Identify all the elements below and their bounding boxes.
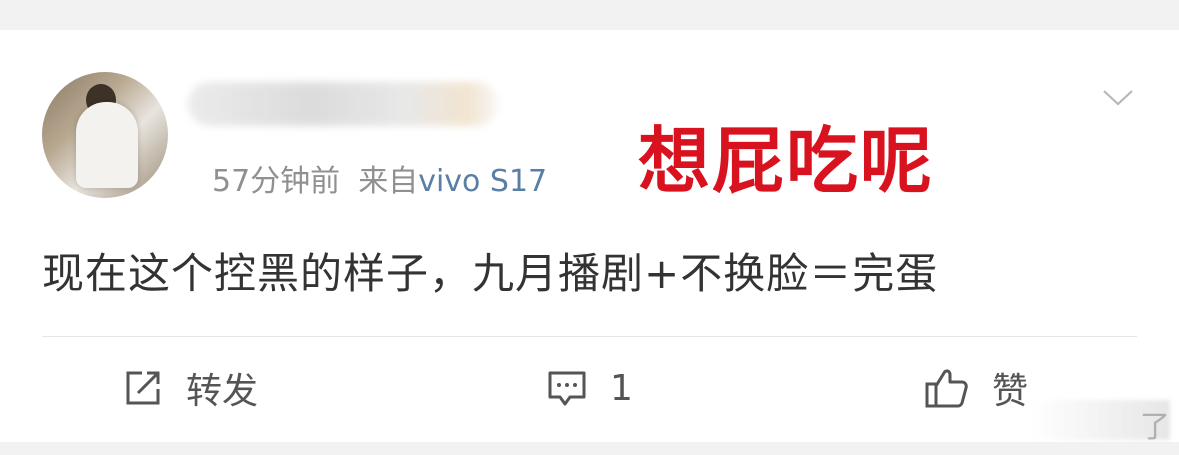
red-overlay-text: 想屁吃呢 [638, 119, 935, 203]
source-device[interactable]: vivo S17 [418, 164, 547, 199]
post-time: 57分钟前 [212, 164, 341, 199]
like-button[interactable]: 赞 [924, 360, 1028, 416]
comment-button[interactable]: 1 [546, 360, 633, 416]
repost-label: 转发 [186, 371, 259, 412]
chevron-down-icon[interactable] [1103, 90, 1133, 106]
divider [42, 336, 1137, 337]
watermark-text: 了 [1140, 410, 1170, 445]
post-meta: 57分钟前 来自vivo S17 [212, 156, 547, 200]
comment-count: 1 [610, 367, 633, 409]
comment-icon [548, 371, 586, 406]
source-prefix: 来自 [358, 164, 419, 199]
username-blurred[interactable] [188, 82, 498, 126]
repost-button[interactable]: 转发 [122, 360, 258, 416]
avatar[interactable] [42, 72, 168, 198]
like-label: 赞 [992, 371, 1029, 412]
repost-icon [126, 371, 160, 405]
post-content: 现在这个控黑的样子，九月播剧+不换脸＝完蛋 [42, 249, 939, 298]
thumbs-up-icon [925, 369, 968, 408]
avatar-figure-body [76, 102, 138, 188]
